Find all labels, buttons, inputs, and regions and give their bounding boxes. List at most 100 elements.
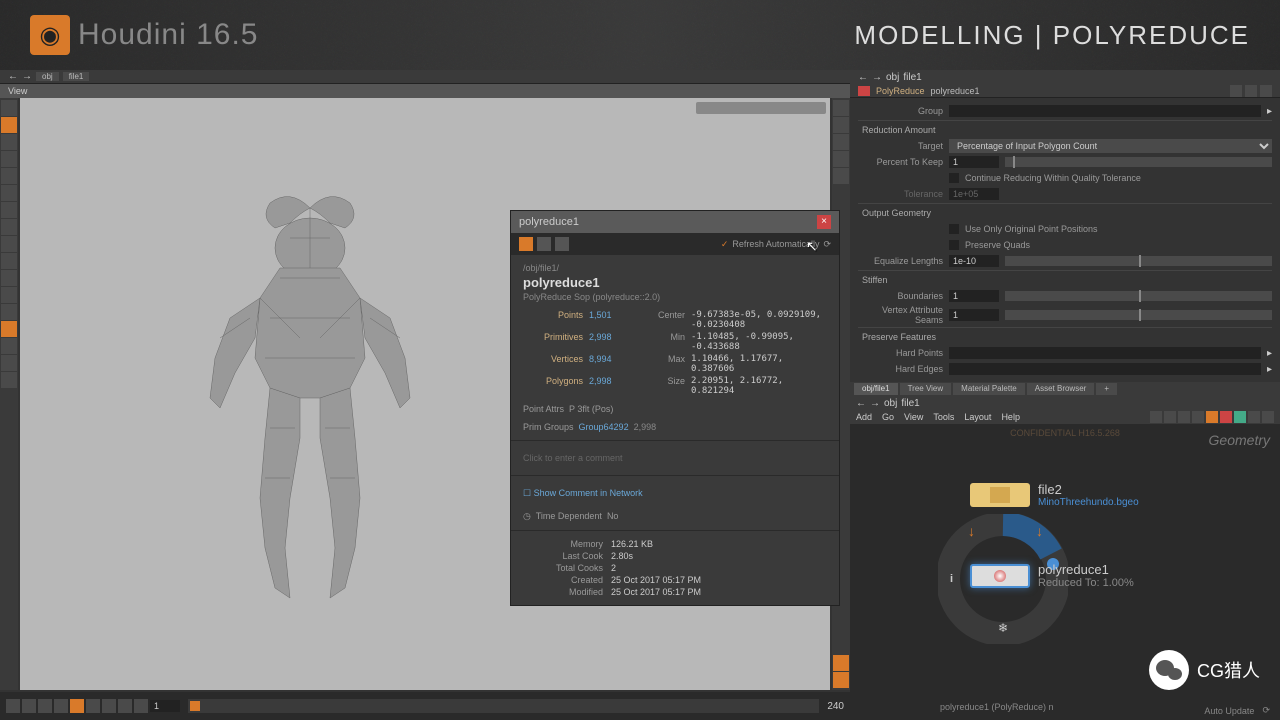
vertex-seams-input[interactable]	[949, 309, 999, 321]
percent-slider[interactable]	[1005, 157, 1272, 167]
gear-icon[interactable]	[1230, 85, 1242, 97]
shelf-tool-13[interactable]	[1, 304, 17, 320]
timeline-prev-frame-icon[interactable]	[38, 699, 52, 713]
netview-icon-8[interactable]	[1248, 411, 1260, 423]
back-icon[interactable]: ←	[858, 72, 868, 83]
timeline-last-icon[interactable]	[134, 699, 148, 713]
hard-points-input[interactable]	[949, 347, 1261, 359]
timeline-play-rev-icon[interactable]	[54, 699, 68, 713]
timeline-slider[interactable]	[188, 699, 819, 713]
equalize-input[interactable]	[949, 255, 999, 267]
menu-view[interactable]: View	[904, 412, 923, 422]
forward-icon[interactable]: →	[870, 398, 880, 409]
netview-icon-1[interactable]	[1150, 411, 1162, 423]
auto-update-label[interactable]: Auto Update	[1204, 706, 1254, 716]
selector-icon[interactable]: ▸	[1267, 364, 1272, 375]
menu-go[interactable]: Go	[882, 412, 894, 422]
refresh-auto-label[interactable]: Refresh Automatically	[732, 239, 819, 249]
shelf-tool-8[interactable]	[1, 219, 17, 235]
use-original-checkbox[interactable]	[949, 224, 959, 234]
preserve-quads-checkbox[interactable]	[949, 240, 959, 250]
shelf-tool-7[interactable]	[1, 202, 17, 218]
shelf-tool-17[interactable]	[1, 372, 17, 388]
hard-edges-input[interactable]	[949, 363, 1261, 375]
rtool-display-icon[interactable]	[833, 655, 849, 671]
rtool-display2-icon[interactable]	[833, 672, 849, 688]
node-file2[interactable]: file2 MinoThreehundo.bgeo	[970, 482, 1139, 508]
menu-layout[interactable]: Layout	[964, 412, 991, 422]
boundaries-slider[interactable]	[1005, 291, 1272, 301]
netview-icon-6[interactable]	[1220, 411, 1232, 423]
netview-icon-2[interactable]	[1164, 411, 1176, 423]
menu-add[interactable]: Add	[856, 412, 872, 422]
target-select[interactable]: Percentage of Input Polygon Count	[949, 139, 1272, 153]
shelf-tool-10[interactable]	[1, 253, 17, 269]
tab-asset-browser[interactable]: Asset Browser	[1027, 383, 1095, 395]
menu-help[interactable]: Help	[1001, 412, 1020, 422]
rtool-1[interactable]	[833, 100, 849, 116]
refresh-icon[interactable]: ⟳	[823, 239, 831, 250]
home-icon[interactable]	[555, 237, 569, 251]
equalize-slider[interactable]	[1005, 256, 1272, 266]
pin-icon[interactable]	[1260, 85, 1272, 97]
forward-icon[interactable]: →	[872, 72, 882, 83]
netview-icon-7[interactable]	[1234, 411, 1246, 423]
crumb-obj[interactable]: obj	[36, 72, 59, 81]
vertex-seams-slider[interactable]	[1005, 310, 1272, 320]
shelf-tool-12[interactable]	[1, 287, 17, 303]
help-icon[interactable]	[1245, 85, 1257, 97]
show-comment-label[interactable]: Show Comment in Network	[534, 488, 643, 498]
timeline-first-icon[interactable]	[6, 699, 20, 713]
timeline-play-icon[interactable]	[86, 699, 100, 713]
tab-obj-file1[interactable]: obj/file1	[854, 383, 898, 395]
close-button[interactable]: ×	[817, 215, 831, 229]
tab-tree-view[interactable]: Tree View	[900, 383, 952, 395]
timeline-next-frame-icon[interactable]	[102, 699, 116, 713]
shelf-tool-3[interactable]	[1, 134, 17, 150]
shelf-tool-11[interactable]	[1, 270, 17, 286]
back-icon[interactable]: ←	[8, 71, 18, 82]
menu-tools[interactable]: Tools	[933, 412, 954, 422]
sync-icon[interactable]: ⟳	[1262, 705, 1270, 716]
crumb-obj[interactable]: obj	[886, 72, 899, 83]
shelf-tool-select[interactable]	[1, 151, 17, 167]
node-name[interactable]: polyreduce1	[931, 86, 980, 96]
back-icon[interactable]: ←	[856, 398, 866, 409]
shelf-tool-6[interactable]	[1, 185, 17, 201]
shelf-tool-5[interactable]	[1, 168, 17, 184]
group-selector-icon[interactable]: ▸	[1267, 106, 1272, 117]
timeline-stop-icon[interactable]	[70, 699, 84, 713]
rtool-2[interactable]	[833, 117, 849, 133]
netview-icon-5[interactable]	[1206, 411, 1218, 423]
shelf-tool-16[interactable]	[1, 355, 17, 371]
timeline-next-key-icon[interactable]	[118, 699, 132, 713]
shelf-tool-14[interactable]	[1, 321, 17, 337]
comment-field[interactable]: Click to enter a comment	[523, 449, 827, 467]
group-input[interactable]	[949, 105, 1261, 117]
shelf-tool-1[interactable]	[1, 100, 17, 116]
netview-icon-4[interactable]	[1192, 411, 1204, 423]
shelf-tool-2[interactable]	[1, 117, 17, 133]
crumb-file1[interactable]: file1	[63, 72, 90, 81]
rtool-4[interactable]	[833, 151, 849, 167]
rtool-3[interactable]	[833, 134, 849, 150]
timeline-prev-key-icon[interactable]	[22, 699, 36, 713]
continue-reducing-checkbox[interactable]	[949, 173, 959, 183]
selector-icon[interactable]: ▸	[1267, 348, 1272, 359]
forward-icon[interactable]: →	[22, 71, 32, 82]
percent-input[interactable]	[949, 156, 999, 168]
tab-add[interactable]: +	[1096, 383, 1117, 395]
crumb-obj[interactable]: obj	[884, 398, 897, 409]
crumb-file1[interactable]: file1	[903, 72, 921, 83]
shelf-tool-15[interactable]	[1, 338, 17, 354]
netview-icon-9[interactable]	[1262, 411, 1274, 423]
pin-icon[interactable]	[537, 237, 551, 251]
node-polyreduce1[interactable]: polyreduce1 Reduced To: 1.00%	[970, 562, 1134, 589]
boundaries-input[interactable]	[949, 290, 999, 302]
timeline-frame-input[interactable]	[150, 700, 180, 712]
rtool-5[interactable]	[833, 168, 849, 184]
shelf-tool-9[interactable]	[1, 236, 17, 252]
checkbox-icon[interactable]: ☐	[523, 488, 531, 498]
tab-material-palette[interactable]: Material Palette	[953, 383, 1025, 395]
crumb-file1[interactable]: file1	[901, 398, 919, 409]
